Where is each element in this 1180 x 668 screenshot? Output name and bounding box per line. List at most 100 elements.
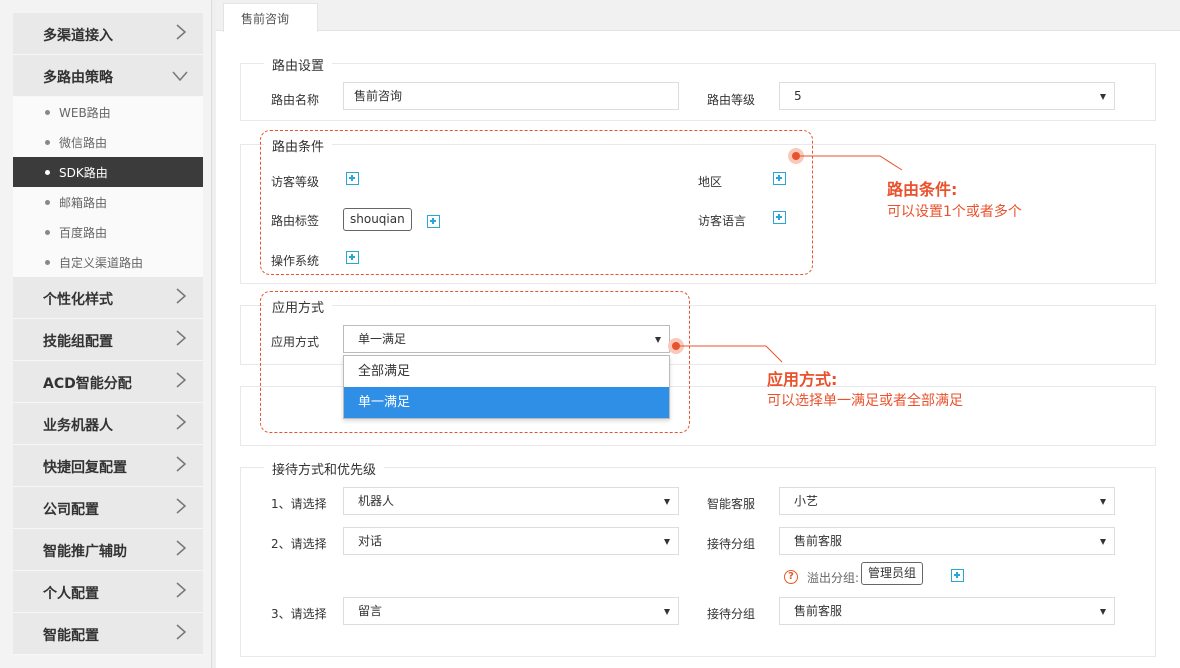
sidebar-menu: 多渠道接入 多路由策略 WEB路由 微信路由 SDK路由 邮箱路由 百度路由 自… — [13, 13, 203, 655]
reception-mode-select[interactable]: 留言 — [343, 597, 679, 625]
chevron-right-icon — [176, 456, 187, 472]
reception-row-label: 1、请选择 — [271, 497, 327, 511]
reception-mode-value: 留言 — [358, 604, 383, 618]
sidebar-item-label: 智能配置 — [43, 628, 99, 644]
reception-target-value: 小艺 — [794, 494, 819, 508]
section-title: 路由条件 — [264, 136, 333, 155]
reception-mode-value: 对话 — [358, 534, 383, 548]
add-os-icon[interactable] — [346, 251, 359, 264]
section-title: 应用方式 — [264, 297, 333, 316]
reception-mode-select[interactable]: 对话 — [343, 527, 679, 555]
reception-target-select[interactable]: 小艺 — [779, 487, 1115, 515]
sidebar-item-multi-route[interactable]: 多路由策略 — [13, 55, 203, 97]
route-level-value: 5 — [794, 89, 802, 103]
chevron-right-icon — [176, 372, 187, 388]
region-label: 地区 — [698, 175, 723, 189]
route-level-label: 路由等级 — [707, 93, 756, 107]
add-overflow-group-icon[interactable] — [951, 569, 964, 582]
reception-target-label: 接待分组 — [707, 537, 756, 551]
route-tag-label: 路由标签 — [271, 214, 320, 228]
sidebar-subitem-wechat-route[interactable]: 微信路由 — [13, 127, 203, 157]
route-settings-section: 路由设置 路由名称 售前咨询 路由等级 5 — [240, 55, 1156, 121]
sidebar-item-quick-reply[interactable]: 快捷回复配置 — [13, 445, 203, 487]
apply-mode-option-all[interactable]: 全部满足 — [344, 356, 669, 387]
caret-down-icon — [1100, 499, 1106, 505]
reception-section: 接待方式和优先级 1、请选择 机器人 智能客服 小艺 2、请选择 对话 接待分组… — [240, 459, 1156, 657]
sidebar-subitem-baidu-route[interactable]: 百度路由 — [13, 217, 203, 247]
os-label: 操作系统 — [271, 254, 320, 268]
bullet-icon — [45, 170, 50, 175]
help-icon[interactable]: ? — [784, 570, 798, 584]
overflow-group-chip[interactable]: 管理员组 — [861, 562, 924, 585]
apply-mode-annotation-title: 应用方式: — [767, 370, 838, 389]
sidebar-item-promotion[interactable]: 智能推广辅助 — [13, 529, 203, 571]
caret-down-icon — [664, 499, 670, 505]
reception-row-label: 2、请选择 — [271, 537, 327, 551]
apply-mode-value: 单一满足 — [358, 332, 407, 346]
add-region-icon[interactable] — [773, 172, 786, 185]
add-visitor-level-icon[interactable] — [346, 172, 359, 185]
visitor-language-label: 访客语言 — [698, 214, 747, 228]
main-content: 售前咨询 路由设置 路由名称 售前咨询 路由等级 5 路由条件 访客等级 地区 … — [216, 0, 1180, 668]
overflow-group-label: 溢出分组: — [807, 571, 860, 585]
sidebar-item-label: 公司配置 — [43, 502, 99, 518]
add-visitor-language-icon[interactable] — [773, 211, 786, 224]
chevron-right-icon — [176, 540, 187, 556]
sidebar-item-multichannel[interactable]: 多渠道接入 — [13, 13, 203, 55]
chevron-right-icon — [176, 24, 187, 40]
reception-target-label: 接待分组 — [707, 607, 756, 621]
route-name-input[interactable]: 售前咨询 — [343, 82, 679, 110]
sidebar-item-label: 业务机器人 — [43, 418, 113, 434]
apply-mode-select[interactable]: 单一满足 — [343, 325, 670, 353]
apply-mode-option-single[interactable]: 单一满足 — [344, 387, 669, 418]
reception-target-select[interactable]: 售前客服 — [779, 527, 1115, 555]
reception-target-select[interactable]: 售前客服 — [779, 597, 1115, 625]
sidebar-item-label: 技能组配置 — [43, 334, 113, 350]
chevron-right-icon — [176, 288, 187, 304]
sidebar-item-smart-config[interactable]: 智能配置 — [13, 613, 203, 655]
chevron-right-icon — [176, 330, 187, 346]
sidebar-item-label: 多路由策略 — [43, 70, 113, 86]
apply-mode-label: 应用方式 — [271, 335, 320, 349]
section-title: 接待方式和优先级 — [264, 459, 385, 478]
sidebar-item-skill-group[interactable]: 技能组配置 — [13, 319, 203, 361]
bullet-icon — [45, 260, 50, 265]
tab-bar: 售前咨询 — [216, 0, 1180, 32]
sidebar-subitem-label: 自定义渠道路由 — [59, 256, 144, 270]
route-conditions-annotation-desc: 可以设置1个或者多个 — [887, 204, 1022, 220]
sidebar-subitem-web-route[interactable]: WEB路由 — [13, 97, 203, 127]
sidebar-subitem-sdk-route[interactable]: SDK路由 — [13, 157, 203, 187]
reception-mode-select[interactable]: 机器人 — [343, 487, 679, 515]
caret-down-icon — [1100, 609, 1106, 615]
route-conditions-annotation-title: 路由条件: — [887, 180, 958, 199]
sidebar-item-personal-config[interactable]: 个人配置 — [13, 571, 203, 613]
tab-presales[interactable]: 售前咨询 — [223, 3, 318, 32]
sidebar-item-custom-style[interactable]: 个性化样式 — [13, 277, 203, 319]
route-level-select[interactable]: 5 — [779, 82, 1115, 110]
reception-mode-value: 机器人 — [358, 494, 395, 508]
caret-down-icon — [1100, 539, 1106, 545]
route-tag-chip[interactable]: shouqian — [343, 208, 412, 231]
sidebar-subitem-custom-route[interactable]: 自定义渠道路由 — [13, 247, 203, 277]
sidebar-item-acd[interactable]: ACD智能分配 — [13, 361, 203, 403]
chevron-down-icon — [172, 71, 188, 82]
sidebar-subitem-email-route[interactable]: 邮箱路由 — [13, 187, 203, 217]
bullet-icon — [45, 110, 50, 115]
sidebar-item-label: 个人配置 — [43, 586, 99, 602]
chevron-right-icon — [176, 498, 187, 514]
sidebar-item-label: 智能推广辅助 — [43, 544, 127, 560]
apply-mode-annotation-desc: 可以选择单一满足或者全部满足 — [767, 393, 963, 409]
sidebar-subitem-label: SDK路由 — [59, 166, 108, 180]
sidebar-item-label: 快捷回复配置 — [43, 460, 127, 476]
route-name-label: 路由名称 — [271, 93, 320, 107]
chevron-right-icon — [176, 582, 187, 598]
sidebar-subitem-label: 微信路由 — [59, 136, 108, 150]
sidebar-item-company-config[interactable]: 公司配置 — [13, 487, 203, 529]
add-route-tag-icon[interactable] — [427, 215, 440, 228]
sidebar-subitem-label: 百度路由 — [59, 226, 108, 240]
visitor-level-label: 访客等级 — [271, 175, 320, 189]
sidebar-item-label: ACD智能分配 — [43, 376, 132, 392]
reception-target-value: 售前客服 — [794, 604, 843, 618]
reception-target-value: 售前客服 — [794, 534, 843, 548]
sidebar-item-business-robot[interactable]: 业务机器人 — [13, 403, 203, 445]
